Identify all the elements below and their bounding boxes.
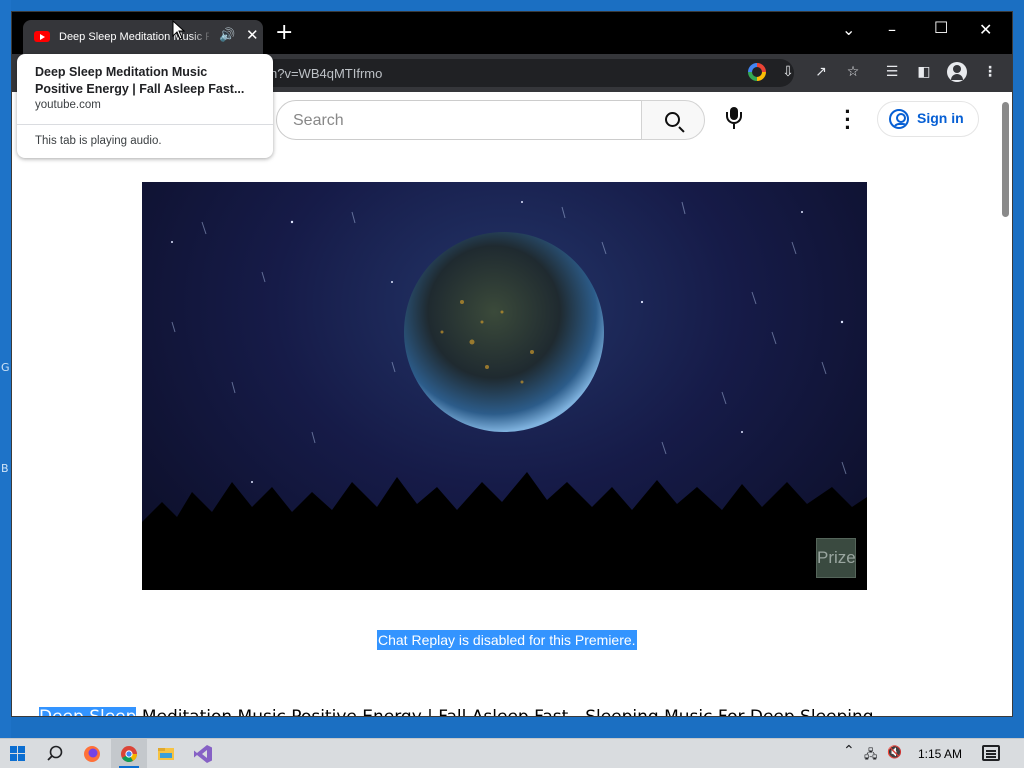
bookmark-star-icon[interactable]: ☆ (843, 62, 863, 82)
google-lens-icon[interactable] (748, 63, 766, 81)
start-button[interactable] (0, 739, 36, 768)
video-player[interactable]: Prize (142, 182, 867, 590)
video-title-selected: Deep Sleep (39, 707, 137, 716)
minimize-button[interactable]: – (888, 21, 896, 39)
mouse-cursor-icon (172, 20, 186, 40)
media-controls-icon[interactable]: ☰ (882, 62, 902, 82)
hover-card-title-line1: Deep Sleep Meditation Music (35, 65, 208, 79)
show-hidden-icons-chevron-icon[interactable]: ⌃ (843, 743, 855, 759)
microphone-icon-arc (726, 112, 742, 124)
install-app-icon[interactable]: ⇩ (778, 62, 798, 82)
desktop-icon-label-fragment: G (1, 361, 10, 374)
tab-search-chevron-icon[interactable]: ⌄ (842, 21, 855, 39)
profile-avatar-icon[interactable] (947, 62, 967, 82)
taskbar-chrome[interactable] (111, 739, 147, 768)
speaker-icon[interactable]: 🔊 (219, 27, 235, 43)
hover-card-divider (17, 124, 273, 125)
network-icon[interactable]: 🖧 (864, 745, 877, 766)
voice-search-button[interactable] (724, 107, 744, 131)
browser-tab[interactable]: Deep Sleep Meditation Music Positive Ene… (23, 20, 263, 54)
maximize-button[interactable]: ☐ (934, 19, 948, 37)
taskbar-search-button[interactable] (37, 739, 73, 768)
address-url[interactable]: h?v=WB4qMTIfrmo (270, 66, 382, 81)
video-title: Deep Sleep Meditation Music Positive Ene… (39, 705, 874, 717)
chrome-icon (121, 746, 137, 762)
file-explorer-icon (158, 748, 174, 760)
hover-card-title-line2: Positive Energy | Fall Asleep Fast... (35, 82, 245, 96)
taskbar-file-explorer[interactable] (148, 739, 184, 768)
chrome-menu-icon[interactable]: ⋮ (980, 62, 1000, 82)
firefox-icon (84, 746, 100, 762)
search-button[interactable] (641, 100, 705, 140)
taskbar-firefox[interactable] (74, 739, 110, 768)
search-input[interactable]: Search (276, 100, 642, 140)
share-icon[interactable]: ↗ (811, 62, 831, 82)
tab-title-fade (189, 28, 213, 46)
search-icon (47, 745, 63, 761)
windows-taskbar: ⌃ 🖧 🔇 1:15 AM (0, 738, 1024, 768)
taskbar-visual-studio[interactable] (185, 739, 221, 768)
microphone-icon-stem (733, 124, 735, 129)
close-window-button[interactable]: ✕ (979, 21, 992, 39)
youtube-page: Search · · · Sign in Prize Chat Replay i… (12, 92, 998, 717)
visual-studio-icon (194, 745, 212, 763)
volume-muted-icon[interactable]: 🔇 (887, 745, 902, 759)
hover-card-audio-status: This tab is playing audio. (35, 135, 162, 147)
side-panel-icon[interactable]: ◧ (914, 62, 934, 82)
tab-hover-card: Deep Sleep Meditation Music Positive Ene… (17, 54, 273, 158)
scrollbar-thumb[interactable] (1002, 102, 1009, 217)
sign-in-button[interactable]: Sign in (877, 101, 979, 137)
browser-titlebar: Deep Sleep Meditation Music Positive Ene… (12, 12, 1012, 54)
page-scrollbar[interactable] (998, 92, 1012, 716)
youtube-favicon-icon (34, 31, 50, 42)
start-icon (10, 746, 26, 762)
settings-kebab-icon[interactable]: · · · (838, 101, 858, 139)
sign-in-label: Sign in (917, 110, 964, 126)
desktop-icon-label-fragment: B (1, 462, 9, 475)
account-circle-icon (889, 109, 909, 129)
taskbar-clock[interactable]: 1:15 AM (918, 747, 962, 761)
chat-replay-notice: Chat Replay is disabled for this Premier… (377, 630, 637, 650)
search-icon (665, 112, 680, 127)
hover-card-domain: youtube.com (35, 99, 101, 111)
search-placeholder: Search (293, 112, 344, 129)
video-title-rest: Meditation Music Positive Energy | Fall … (136, 707, 874, 717)
tab-title: Deep Sleep Meditation Music Positive Ene… (59, 31, 209, 43)
tab-close-icon[interactable]: ✕ (246, 26, 259, 44)
tree-silhouette (142, 472, 867, 590)
new-tab-button[interactable]: + (275, 22, 293, 44)
prize-overlay-button[interactable]: Prize (816, 538, 856, 578)
hover-card-title: Deep Sleep Meditation Music Positive Ene… (35, 64, 261, 98)
action-center-icon[interactable] (982, 745, 1000, 761)
